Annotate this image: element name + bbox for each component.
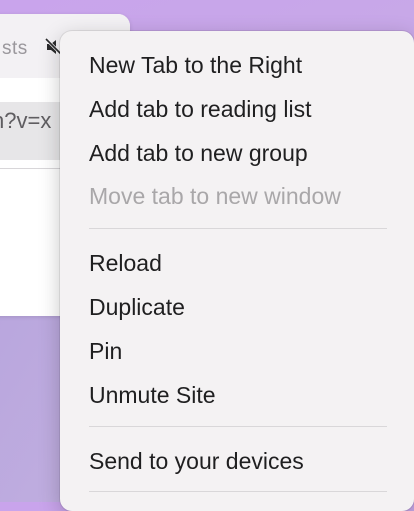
menu-item-send-to-devices[interactable]: Send to your devices bbox=[89, 446, 304, 476]
menu-item-pin[interactable]: Pin bbox=[89, 336, 122, 366]
tab-title[interactable]: sts bbox=[2, 38, 28, 60]
tab-context-menu: New Tab to the Right Add tab to reading … bbox=[60, 31, 414, 511]
menu-separator bbox=[89, 228, 387, 229]
menu-item-add-to-new-group[interactable]: Add tab to new group bbox=[89, 138, 308, 168]
menu-item-add-to-reading-list[interactable]: Add tab to reading list bbox=[89, 94, 311, 124]
menu-item-duplicate[interactable]: Duplicate bbox=[89, 292, 185, 322]
menu-separator bbox=[89, 426, 387, 427]
menu-item-move-to-new-window: Move tab to new window bbox=[89, 183, 341, 209]
menu-item-new-tab-right[interactable]: New Tab to the Right bbox=[89, 50, 302, 80]
address-bar-url[interactable]: h?v=x bbox=[0, 108, 51, 134]
menu-item-reload[interactable]: Reload bbox=[89, 248, 162, 278]
menu-item-unmute-site[interactable]: Unmute Site bbox=[89, 380, 216, 410]
menu-separator bbox=[89, 491, 387, 492]
